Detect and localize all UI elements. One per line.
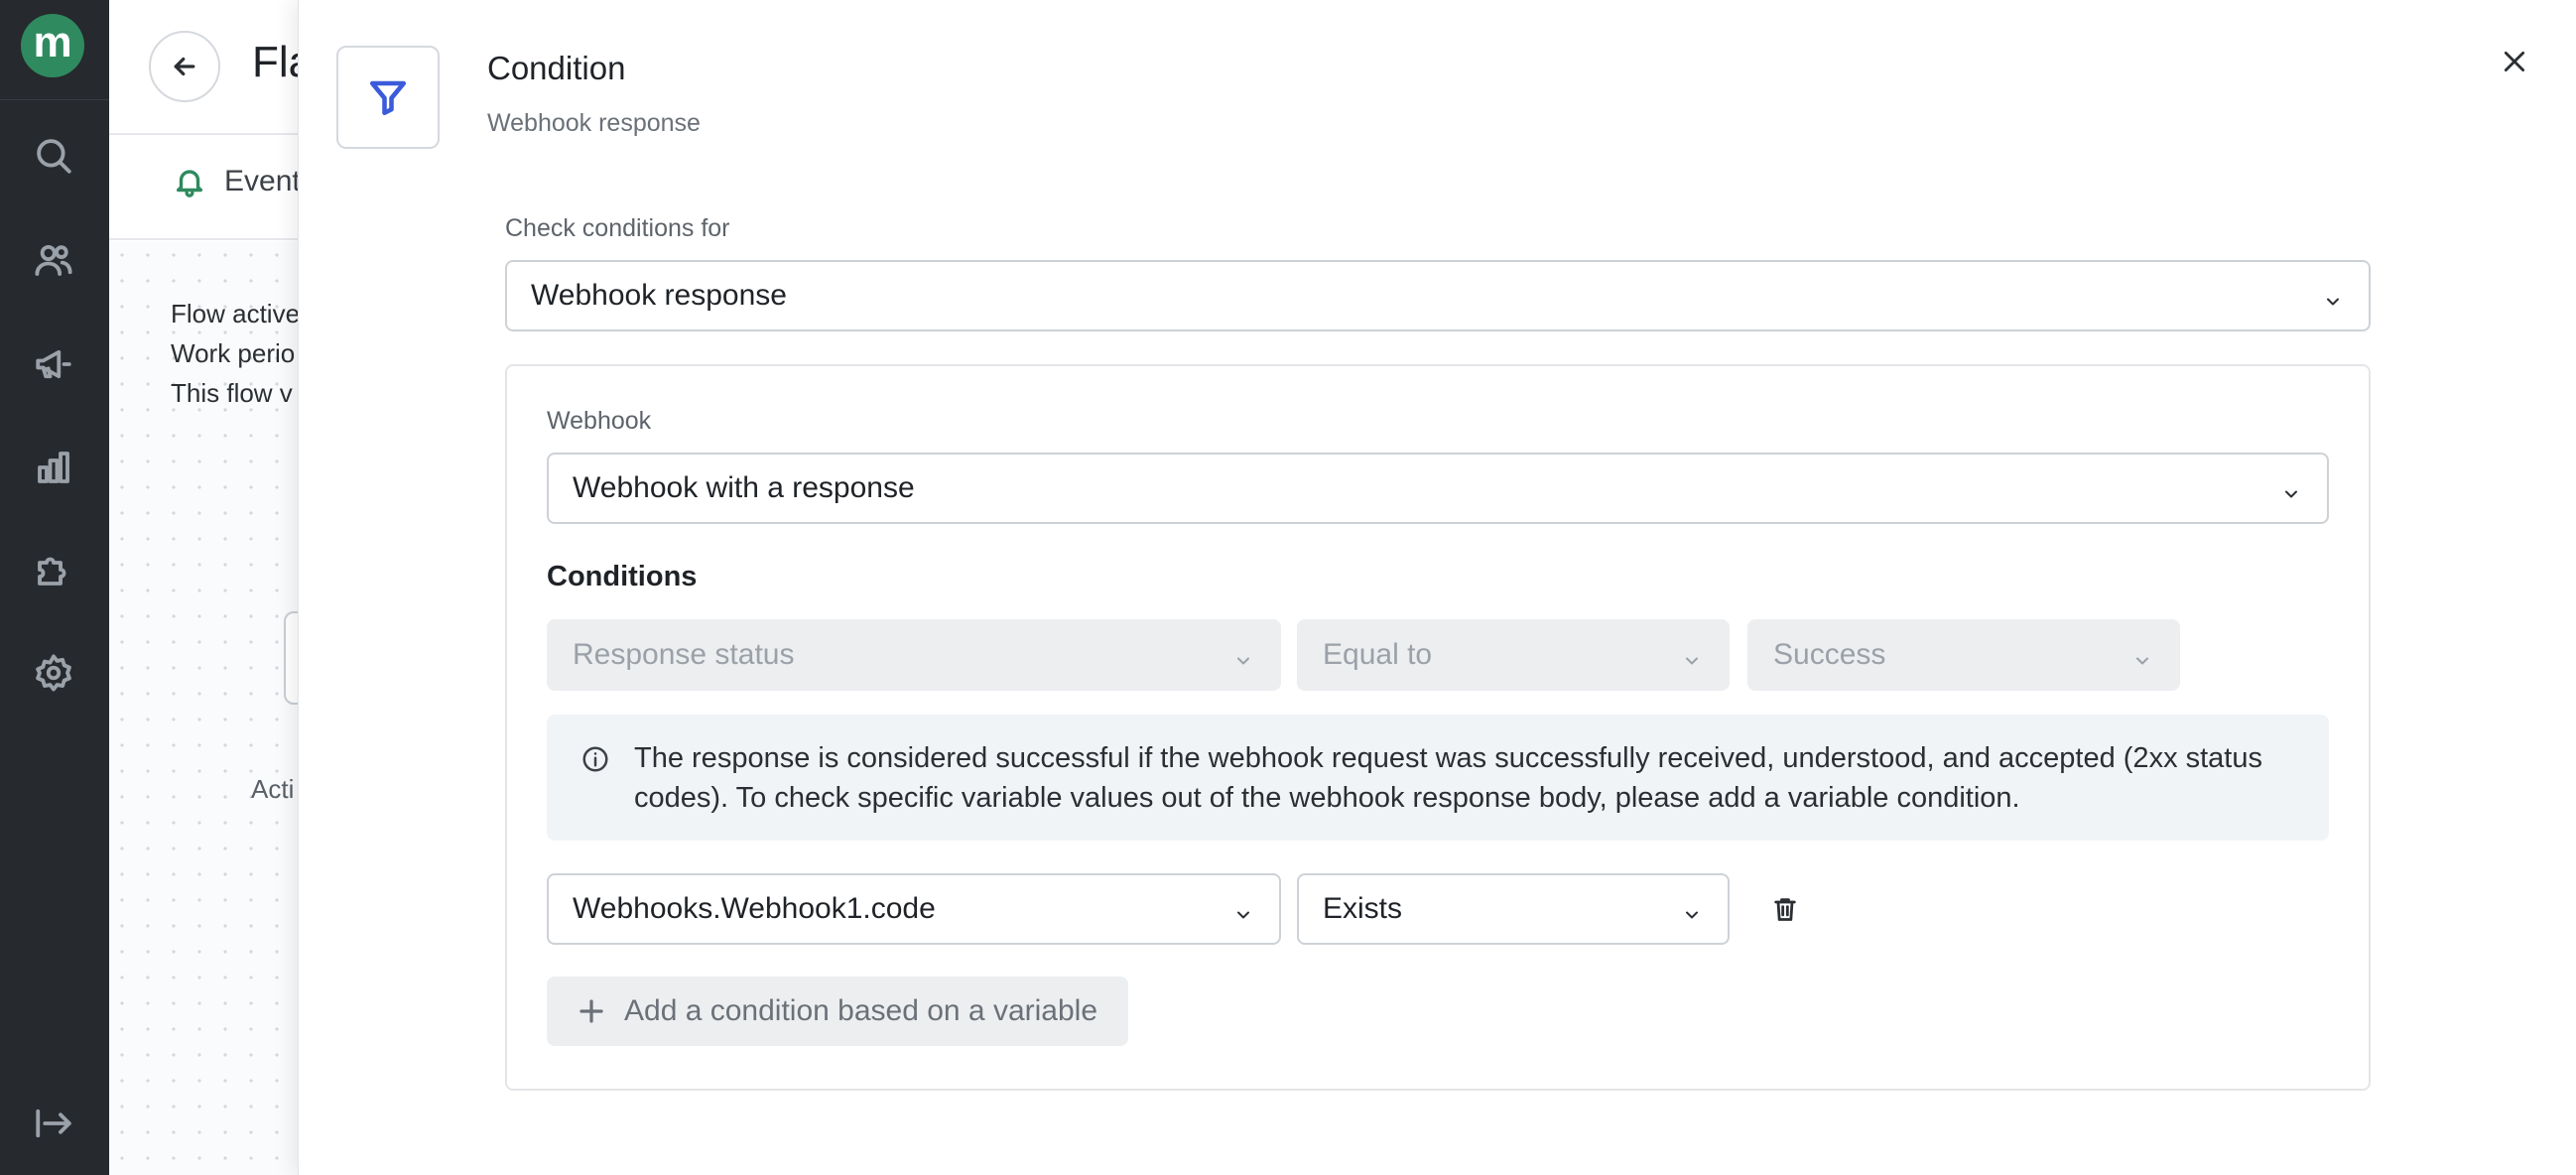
flow-info: Flow active Work perio This flow v bbox=[171, 294, 300, 413]
webhook-label: Webhook bbox=[547, 407, 652, 435]
info-text: The response is considered successful if… bbox=[634, 742, 2262, 814]
close-icon bbox=[2504, 51, 2525, 72]
chevron-down-icon bbox=[2323, 286, 2343, 306]
users-icon[interactable] bbox=[29, 235, 78, 285]
filter-icon bbox=[369, 80, 407, 116]
condition-drawer: Condition Webhook response Check conditi… bbox=[298, 0, 2576, 1175]
drawer-title: Condition bbox=[487, 50, 626, 86]
chevron-down-icon bbox=[1233, 645, 1253, 665]
plus-icon bbox=[580, 999, 603, 1023]
chevron-down-icon bbox=[1682, 645, 1702, 665]
add-variable-condition-label: Add a condition based on a variable bbox=[624, 994, 1098, 1027]
add-variable-condition-button[interactable]: Add a condition based on a variable bbox=[547, 977, 1128, 1046]
flow-info-line: This flow v bbox=[171, 378, 293, 408]
chevron-down-icon bbox=[1233, 899, 1253, 919]
response-value-select: Success bbox=[1747, 619, 2180, 691]
flow-info-line: Work perio bbox=[171, 338, 296, 368]
puzzle-icon[interactable] bbox=[29, 545, 78, 594]
conditions-heading: Conditions bbox=[547, 561, 698, 592]
collapse-sidebar-icon[interactable] bbox=[29, 1099, 78, 1148]
response-value-value: Success bbox=[1773, 638, 1886, 671]
main-nav: m bbox=[0, 0, 109, 1175]
app-logo[interactable]: m bbox=[21, 14, 84, 77]
megaphone-icon[interactable] bbox=[29, 339, 78, 389]
info-icon bbox=[580, 744, 610, 774]
variable-operator-select[interactable]: Exists bbox=[1297, 873, 1730, 945]
response-operator-value: Equal to bbox=[1323, 638, 1433, 671]
webhook-select[interactable]: Webhook with a response bbox=[547, 453, 2329, 524]
bar-chart-icon[interactable] bbox=[29, 443, 78, 492]
trash-icon bbox=[1774, 898, 1796, 921]
gear-icon[interactable] bbox=[29, 648, 78, 698]
check-conditions-value: Webhook response bbox=[531, 279, 787, 312]
variable-select[interactable]: Webhooks.Webhook1.code bbox=[547, 873, 1281, 945]
check-conditions-select[interactable]: Webhook response bbox=[505, 260, 2371, 331]
flow-info-line: Flow active bbox=[171, 299, 301, 328]
nav-divider bbox=[0, 99, 109, 100]
search-icon[interactable] bbox=[29, 131, 78, 181]
variable-operator-value: Exists bbox=[1323, 892, 1403, 925]
flow-node-label: Acti bbox=[251, 774, 295, 804]
check-conditions-label: Check conditions for bbox=[505, 214, 730, 242]
drawer-subtitle: Webhook response bbox=[487, 109, 701, 137]
arrow-left-icon bbox=[174, 57, 195, 76]
response-operator-select: Equal to bbox=[1297, 619, 1730, 691]
chevron-down-icon bbox=[2132, 645, 2152, 665]
chevron-down-icon bbox=[2281, 478, 2301, 498]
back-button[interactable] bbox=[149, 31, 220, 102]
variable-value: Webhooks.Webhook1.code bbox=[573, 892, 936, 925]
condition-type-badge bbox=[336, 46, 440, 149]
bell-icon bbox=[176, 170, 203, 197]
webhook-value: Webhook with a response bbox=[573, 471, 915, 504]
chevron-down-icon bbox=[1682, 899, 1702, 919]
info-callout: The response is considered successful if… bbox=[547, 715, 2329, 841]
tab-events[interactable]: Event bbox=[173, 165, 301, 198]
response-field-value: Response status bbox=[573, 638, 795, 671]
delete-condition-button[interactable] bbox=[1765, 889, 1805, 929]
tab-events-label: Event bbox=[224, 165, 301, 197]
close-button[interactable] bbox=[2497, 44, 2532, 79]
response-field-select: Response status bbox=[547, 619, 1281, 691]
